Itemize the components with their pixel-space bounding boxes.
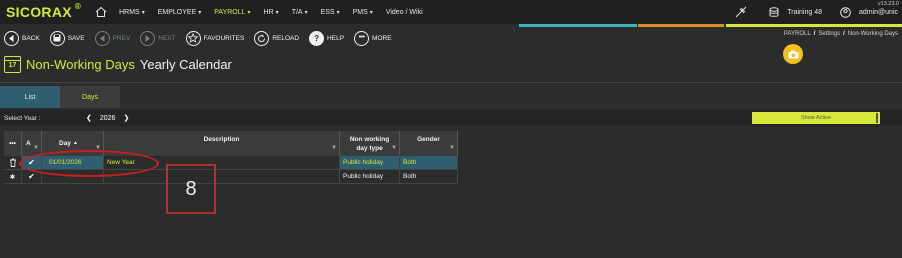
year-navigator: ❮ 2026 ❯ — [86, 114, 129, 123]
filter-icon[interactable]: ▼ — [33, 144, 39, 153]
save-disk-icon — [49, 30, 65, 46]
year-selector-bar: Select Year : ❮ 2026 ❯ Show Active — [0, 110, 902, 126]
year-prev-icon[interactable]: ❮ — [86, 114, 92, 122]
help-icon: ? — [309, 30, 325, 46]
view-tabs: List Days — [0, 86, 120, 108]
pin-slash-icon[interactable] — [735, 6, 747, 18]
breadcrumb-settings[interactable]: Settings — [818, 31, 840, 37]
prev-button[interactable]: PREV — [94, 30, 130, 46]
nav-video-wiki[interactable]: Video / Wiki — [386, 9, 423, 16]
grid-header-active[interactable]: A ▼ — [22, 131, 42, 156]
grid-header-gender[interactable]: Gender ▼ — [400, 131, 458, 156]
page-title: 17 Non-Working Days Yearly Calendar — [4, 56, 232, 73]
step-number-box: 8 — [166, 164, 216, 214]
row-new-marker: ✱ — [4, 170, 22, 184]
nav-payroll[interactable]: PAYROLL ▾ — [214, 9, 250, 16]
more-dots-icon: ••• — [354, 30, 370, 46]
app-logo[interactable]: SICORAX ® — [6, 2, 81, 20]
page-title-sub: Yearly Calendar — [139, 57, 232, 72]
breadcrumb: PAYROLL / Settings / Non-Working Days — [783, 31, 898, 37]
trash-icon[interactable] — [9, 158, 17, 167]
nav-ess[interactable]: ESS ▾ — [321, 9, 340, 16]
sort-asc-icon: ▲ — [72, 140, 78, 146]
grid-header-description[interactable]: Description ▼ — [104, 131, 340, 156]
nav-hrms[interactable]: HRMS ▾ — [119, 9, 145, 16]
row-type-cell[interactable]: Public holiday — [340, 170, 400, 184]
tab-list[interactable]: List — [0, 86, 60, 108]
favourites-button[interactable]: FAVOURITES — [185, 30, 244, 46]
color-strip-yellow — [726, 24, 902, 27]
filter-icon[interactable]: ▼ — [331, 144, 337, 153]
database-name[interactable]: Training 48 — [787, 9, 822, 16]
show-active-toggle[interactable]: Show Active — [752, 112, 880, 124]
page-title-main: Non-Working Days — [26, 57, 135, 72]
filter-icon[interactable]: ▼ — [449, 144, 455, 153]
camera-badge-icon[interactable] — [783, 44, 803, 64]
reload-button[interactable]: RELOAD — [254, 30, 299, 46]
home-icon[interactable] — [95, 6, 107, 18]
color-strip-teal — [519, 24, 637, 27]
nav-employee[interactable]: EMPLOYEE ▾ — [158, 9, 202, 16]
grid-header-menu[interactable]: ••• — [4, 131, 22, 156]
row-gender-cell[interactable]: Both — [400, 156, 458, 170]
highlight-oval — [19, 150, 159, 177]
version-label: v13.23.0 — [877, 1, 899, 7]
filter-icon[interactable]: ▼ — [391, 144, 397, 153]
color-strip-orange — [638, 24, 724, 27]
next-arrow-icon — [140, 30, 156, 46]
row-gender-cell[interactable]: Both — [400, 170, 458, 184]
nav-pms[interactable]: PMS ▾ — [353, 9, 373, 16]
action-toolbar: BACK SAVE PREV NEXT FAVOURITES RELOAD ? — [4, 29, 392, 47]
username[interactable]: admin@unic — [859, 9, 898, 16]
prev-arrow-icon — [94, 30, 110, 46]
main-menu: HRMS ▾ EMPLOYEE ▾ PAYROLL ▾ HR ▾ T/A ▾ ESS ▾ P… — [119, 9, 436, 16]
reload-icon — [254, 30, 270, 46]
breadcrumb-current: Non-Working Days — [847, 31, 898, 37]
back-button[interactable]: BACK — [4, 30, 40, 46]
nav-ta[interactable]: T/A ▾ — [292, 9, 308, 16]
asterisk-icon: ✱ — [9, 173, 16, 181]
database-icon — [769, 6, 779, 17]
save-button[interactable]: SAVE — [49, 30, 85, 46]
calendar-icon: 17 — [4, 56, 21, 73]
top-right-area: Training 48 admin@unic — [735, 0, 898, 24]
grid-header-nonworking-type[interactable]: Non working day type ▼ — [340, 131, 400, 156]
top-navbar: SICORAX ® HRMS ▾ EMPLOYEE ▾ PAYROLL ▾ HR ▾ T/… — [0, 0, 902, 24]
row-type-cell[interactable]: Public holiday — [340, 156, 400, 170]
next-button[interactable]: NEXT — [140, 30, 176, 46]
check-icon: ✔ — [28, 172, 35, 181]
year-next-icon[interactable]: ❯ — [123, 114, 129, 122]
title-divider — [0, 82, 902, 83]
user-icon — [840, 6, 851, 18]
star-icon — [185, 30, 201, 46]
tab-days[interactable]: Days — [60, 86, 120, 108]
help-button[interactable]: ? HELP — [309, 30, 344, 46]
year-value: 2026 — [99, 114, 116, 122]
select-year-label: Select Year : — [4, 114, 41, 122]
more-button[interactable]: ••• MORE — [354, 30, 392, 46]
back-arrow-icon — [4, 30, 19, 46]
breadcrumb-payroll[interactable]: PAYROLL — [784, 31, 811, 37]
nav-hr[interactable]: HR ▾ — [264, 9, 279, 16]
